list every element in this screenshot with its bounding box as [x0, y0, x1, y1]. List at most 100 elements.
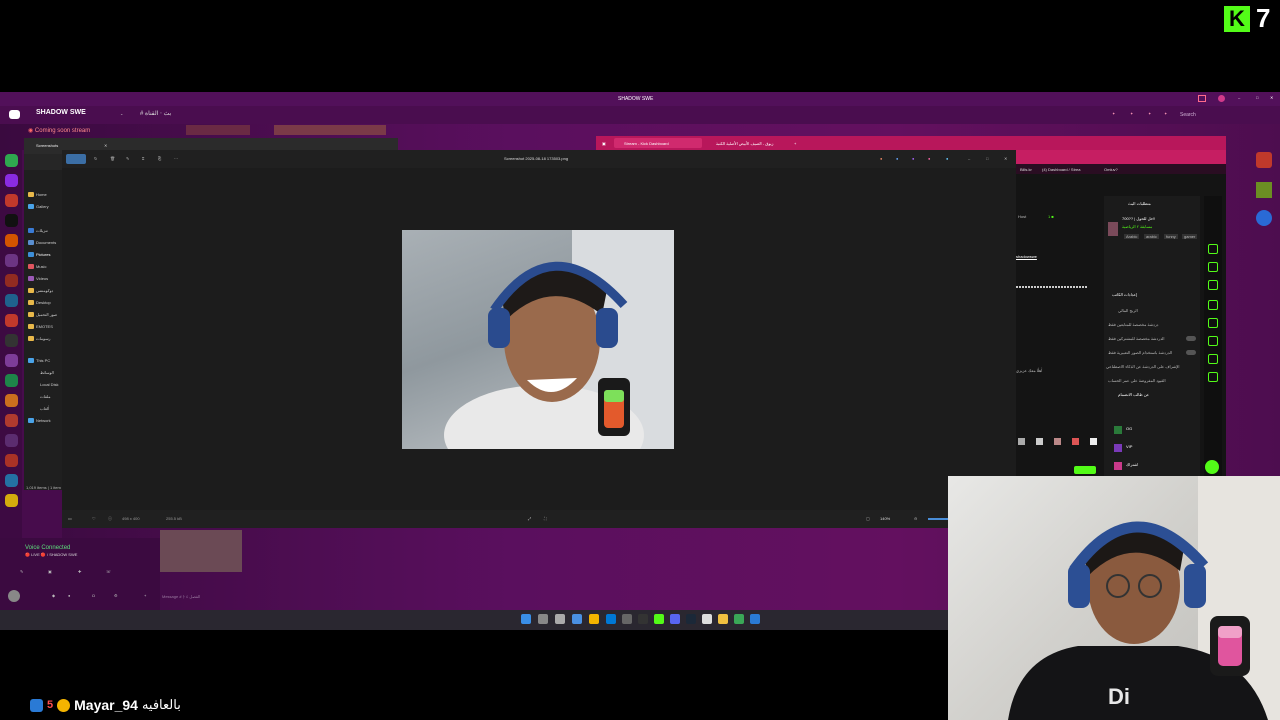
setting-row[interactable]: الربح المالي — [1118, 308, 1138, 313]
sidebar-item[interactable]: دوكومنتس — [36, 288, 53, 293]
taskview-icon[interactable] — [555, 614, 565, 624]
server-icon[interactable] — [5, 294, 18, 307]
bell-icon[interactable]: ✦ — [1130, 111, 1133, 116]
help-icon[interactable] — [1205, 460, 1219, 474]
favorite-icon[interactable]: ♡ — [92, 516, 96, 521]
tool-icon[interactable] — [1208, 244, 1218, 254]
tool-icon[interactable] — [1208, 280, 1218, 290]
server-icon[interactable] — [5, 414, 18, 427]
members-icon[interactable]: ✦ — [1164, 111, 1167, 116]
server-icon[interactable] — [5, 174, 18, 187]
message-input[interactable]: Message # ﴿ الفصل ٤ — [162, 594, 200, 599]
app-icon[interactable] — [702, 614, 712, 624]
toggle-switch[interactable] — [1186, 350, 1196, 355]
role-name[interactable]: VIP — [1126, 444, 1132, 449]
tool-icon[interactable] — [1208, 354, 1218, 364]
explorer-tab[interactable]: Screenshots — [36, 143, 58, 148]
discord-icon[interactable] — [670, 614, 680, 624]
tree-item[interactable]: الوسائط — [40, 370, 54, 375]
server-icon[interactable] — [5, 194, 18, 207]
server-icon[interactable] — [5, 354, 18, 367]
server-icon[interactable] — [5, 334, 18, 347]
setting-row[interactable]: الدردشة مخصصة للمشتركين فقط — [1108, 336, 1165, 341]
server-icon[interactable] — [5, 214, 18, 227]
server-icon[interactable] — [5, 234, 18, 247]
fullscreen-icon[interactable]: ⛶ — [544, 516, 547, 521]
fit-icon[interactable]: ⤢ — [528, 516, 531, 521]
role-name[interactable]: اشتراك — [1126, 462, 1138, 467]
setting-row[interactable]: الإشراف على الدردشة عن الذكاء الاصطناعي — [1106, 364, 1180, 369]
bookmark[interactable]: Bills.kr — [1020, 167, 1032, 172]
zoom-level[interactable]: 140% — [880, 516, 890, 521]
bookmark[interactable]: (4) Dashboard / Strea — [1042, 167, 1080, 172]
app-icon[interactable] — [572, 614, 582, 624]
close-icon[interactable]: ✕ — [1004, 156, 1007, 161]
tree-item[interactable]: This PC — [36, 358, 50, 363]
app-icon[interactable]: ● — [896, 156, 898, 161]
browser-tab-label[interactable]: زيوق - الصيف الأبيض الأصلية الكنبة — [716, 141, 773, 146]
gallery-button[interactable] — [66, 154, 86, 164]
desktop-icon[interactable] — [1256, 152, 1272, 168]
app-icon[interactable]: ● — [912, 156, 914, 161]
setting-row[interactable]: الدردشة باستخدام الصور التعبيرية فقط — [1108, 350, 1172, 355]
tool-icon[interactable] — [1208, 336, 1218, 346]
server-icon[interactable] — [5, 254, 18, 267]
bookmark[interactable]: Omluv? — [1104, 167, 1118, 172]
start-icon[interactable] — [521, 614, 531, 624]
server-icon[interactable] — [5, 374, 18, 387]
help-icon[interactable] — [1218, 95, 1225, 102]
setting-row[interactable]: القيود المفروضة على عمر الحساب — [1108, 378, 1166, 383]
threads-icon[interactable]: ✦ — [1112, 111, 1115, 116]
photos-icon[interactable] — [750, 614, 760, 624]
sidebar-item[interactable]: Desktop — [36, 300, 51, 305]
more-icon[interactable]: ⋯ — [174, 156, 178, 161]
sidebar-item[interactable]: Videos — [36, 276, 48, 281]
setting-row[interactable]: دردشة مخصصة للمتابعين فقط — [1108, 322, 1158, 327]
voice-channel[interactable]: 🔴 LIVE 🔴 / SHADOW SWE — [25, 552, 77, 557]
search-icon[interactable] — [538, 614, 548, 624]
maximize-icon[interactable]: □ — [1256, 95, 1258, 100]
minimize-icon[interactable]: – — [968, 156, 970, 161]
sidebar-item[interactable]: Pictures — [36, 252, 50, 257]
send-chat-button[interactable] — [1074, 466, 1096, 474]
inbox-icon[interactable] — [1198, 95, 1206, 102]
screen-share-icon[interactable]: ✚ — [78, 569, 81, 574]
server-icon[interactable] — [5, 454, 18, 467]
sidebar-item[interactable]: رسومات — [36, 336, 50, 341]
share-icon[interactable]: ⎘ — [158, 156, 161, 161]
sidebar-item[interactable]: EMOTES — [36, 324, 53, 329]
gamepad-icon[interactable]: ◆ — [52, 593, 55, 598]
chrome-icon[interactable] — [734, 614, 744, 624]
server-icon[interactable] — [5, 434, 18, 447]
tool-icon[interactable] — [1208, 372, 1218, 382]
rotate-icon[interactable]: ↻ — [94, 156, 97, 161]
window-fit-icon[interactable]: ▢ — [866, 516, 870, 521]
disconnect-icon[interactable]: ☏ — [106, 569, 111, 574]
video-tile[interactable] — [160, 530, 242, 572]
app-icon[interactable]: ● — [928, 156, 930, 161]
server-name[interactable]: SHADOW SWE — [36, 109, 86, 116]
vscode-icon[interactable] — [606, 614, 616, 624]
stream-category[interactable]: مسابقة ٢ الرياضية — [1122, 224, 1152, 229]
sidebar-item[interactable]: تنزيلات — [36, 228, 48, 233]
tab-actions-icon[interactable]: ▣ — [602, 141, 606, 146]
server-icon[interactable] — [5, 394, 18, 407]
mute-icon[interactable]: ● — [68, 593, 70, 598]
kick-icon[interactable] — [654, 614, 664, 624]
app-icon[interactable]: ● — [946, 156, 948, 161]
search-input[interactable]: Search — [1180, 112, 1196, 118]
tree-item[interactable]: Network — [36, 418, 51, 423]
tool-icon[interactable] — [1208, 262, 1218, 272]
minimize-icon[interactable]: – — [1238, 95, 1240, 100]
stream-thumb-1[interactable] — [186, 125, 250, 135]
steam-icon[interactable] — [686, 614, 696, 624]
pin-icon[interactable]: ✦ — [1148, 111, 1151, 116]
sidebar-item[interactable]: Gallery — [36, 204, 49, 209]
sidebar-item[interactable]: صور التحميل — [36, 312, 57, 317]
maximize-icon[interactable]: □ — [986, 156, 988, 161]
camera-icon[interactable]: ▣ — [48, 569, 52, 574]
chevron-down-icon[interactable]: ⌄ — [120, 111, 123, 116]
minecraft-icon[interactable] — [1256, 182, 1272, 198]
tree-item[interactable]: Local Disk — [40, 382, 58, 387]
gear-icon[interactable]: ⚙ — [114, 593, 118, 598]
